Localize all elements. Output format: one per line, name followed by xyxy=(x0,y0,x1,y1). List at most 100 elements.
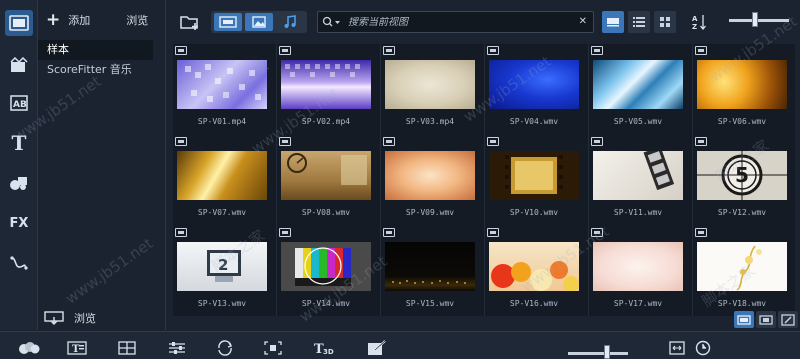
fit-project-button[interactable] xyxy=(666,338,688,358)
search-icon[interactable] xyxy=(322,16,342,28)
clip-item[interactable]: SP-V07.wmv xyxy=(173,135,276,226)
browse-bottom-button[interactable]: 浏览 xyxy=(44,310,96,326)
library-layout-thumbnail-button[interactable] xyxy=(734,311,754,328)
clip-item[interactable]: SP-V11.wmv xyxy=(589,135,692,226)
track-manager-button[interactable] xyxy=(18,338,40,358)
clip-name: SP-V17.wmv xyxy=(613,299,663,308)
sort-az-icon: A Z xyxy=(692,15,706,31)
paint-brush-icon xyxy=(368,340,386,355)
tree-item-scorefitter[interactable]: ScoreFitter 音乐 xyxy=(38,60,165,80)
clip-item[interactable]: SP-V06.wmv xyxy=(693,44,796,135)
video-badge-icon xyxy=(175,137,187,146)
project-duration-button[interactable] xyxy=(692,338,714,358)
clip-thumbnail xyxy=(489,151,579,200)
clip-item[interactable]: SP-V17.wmv xyxy=(589,226,692,317)
clip-name: SP-V15.wmv xyxy=(405,299,455,308)
library-layout-film-button[interactable] xyxy=(756,311,776,328)
clip-item[interactable]: SP-V03.mp4 xyxy=(381,44,484,135)
video-badge-icon xyxy=(383,46,395,55)
clip-item[interactable]: SP-V04.wmv xyxy=(485,44,588,135)
clip-thumbnail xyxy=(177,60,267,109)
clip-thumbnail xyxy=(697,60,787,109)
track-manager-icon xyxy=(19,342,40,354)
chapter-marker-button[interactable]: T xyxy=(66,338,88,358)
motion-tracking-button[interactable] xyxy=(214,338,236,358)
clip-item[interactable]: SP-V05.wmv xyxy=(589,44,692,135)
show-video-toggle[interactable] xyxy=(214,13,242,31)
clip-name: SP-V18.wmv xyxy=(717,299,767,308)
video-badge-icon xyxy=(591,228,603,237)
timeline-zoom-slider[interactable] xyxy=(568,352,628,355)
clip-thumbnail xyxy=(385,60,475,109)
svg-text:2: 2 xyxy=(218,256,228,274)
clip-thumbnail xyxy=(281,242,371,291)
svg-text:Z: Z xyxy=(692,23,697,31)
view-mode-toggle xyxy=(602,11,678,33)
grid-layout-icon xyxy=(118,341,136,355)
browse-bottom-label: 浏览 xyxy=(74,312,96,325)
clip-item[interactable]: 2 SP-V13.wmv xyxy=(173,226,276,317)
clear-search-icon[interactable]: ✕ xyxy=(579,16,587,27)
timeline-zoom-knob[interactable] xyxy=(604,345,610,359)
clip-thumbnail xyxy=(281,151,371,200)
video-badge-icon xyxy=(279,137,291,146)
3d-title-button[interactable]: T 3D xyxy=(312,338,338,358)
grid-view-icon xyxy=(660,17,670,27)
title-text-icon: T xyxy=(67,341,87,355)
clip-thumbnail xyxy=(385,151,475,200)
transition-button[interactable]: AB xyxy=(5,90,33,116)
pencil-icon xyxy=(781,313,795,326)
transition-icon: AB xyxy=(10,95,28,111)
clip-item[interactable]: SP-V18.wmv xyxy=(693,226,796,317)
thumbnail-view-button[interactable] xyxy=(602,11,624,33)
clip-name: SP-V09.wmv xyxy=(405,208,455,217)
clip-item[interactable]: SP-V10.wmv xyxy=(485,135,588,226)
clip-item[interactable]: SP-V01.mp4 xyxy=(173,44,276,135)
photo-icon xyxy=(252,16,266,28)
browse-top-button[interactable]: 浏览 xyxy=(126,12,148,28)
media-library-button[interactable] xyxy=(5,10,33,36)
clip-item[interactable]: SP-V16.wmv xyxy=(485,226,588,317)
clip-item[interactable]: SP-V08.wmv xyxy=(277,135,380,226)
video-badge-icon xyxy=(695,46,707,55)
graphic-button[interactable] xyxy=(5,170,33,196)
3d-title-icon: T 3D xyxy=(314,342,334,355)
svg-text:A: A xyxy=(692,15,698,23)
grid-template-button[interactable] xyxy=(116,338,138,358)
clip-item[interactable]: SP-V15.wmv xyxy=(381,226,484,317)
instant-project-button[interactable] xyxy=(5,52,33,78)
grid-view-button[interactable] xyxy=(654,11,676,33)
clip-item[interactable]: SP-V09.wmv xyxy=(381,135,484,226)
layout-film-icon xyxy=(759,314,773,325)
tree-item-samples[interactable]: 样本 xyxy=(38,40,153,60)
path-button[interactable] xyxy=(5,250,33,276)
clip-thumbnail xyxy=(177,151,267,200)
filter-button[interactable]: FX xyxy=(5,210,33,236)
search-input[interactable] xyxy=(348,16,568,28)
title-button[interactable]: T xyxy=(5,130,33,156)
clip-item[interactable]: 5 SP-V12.wmv xyxy=(693,135,796,226)
clip-item[interactable]: SP-V02.mp4 xyxy=(277,44,380,135)
show-photo-toggle[interactable] xyxy=(245,13,273,31)
list-view-button[interactable] xyxy=(628,11,650,33)
library-layout-edit-button[interactable] xyxy=(778,311,798,328)
thumbnail-size-slider[interactable] xyxy=(729,19,789,22)
thumbnail-size-knob[interactable] xyxy=(752,12,758,27)
clip-item[interactable]: SP-V14.wmv xyxy=(277,226,380,317)
crop-button[interactable] xyxy=(262,338,284,358)
add-folder-button[interactable]: + 添加 xyxy=(46,11,91,29)
clip-name: SP-V03.mp4 xyxy=(405,117,455,126)
graphic-icon xyxy=(10,177,27,190)
show-audio-toggle[interactable] xyxy=(276,13,304,31)
paint-creator-button[interactable] xyxy=(366,338,388,358)
import-media-button[interactable] xyxy=(179,12,201,32)
video-badge-icon xyxy=(695,137,707,146)
add-label: 添加 xyxy=(68,14,91,27)
search-box: ✕ xyxy=(317,11,594,33)
mixer-icon xyxy=(169,342,185,354)
video-badge-icon xyxy=(591,46,603,55)
audio-mixer-button[interactable] xyxy=(166,338,188,358)
clip-name: SP-V01.mp4 xyxy=(197,117,247,126)
video-badge-icon xyxy=(175,228,187,237)
sort-button[interactable]: A Z xyxy=(690,12,708,32)
